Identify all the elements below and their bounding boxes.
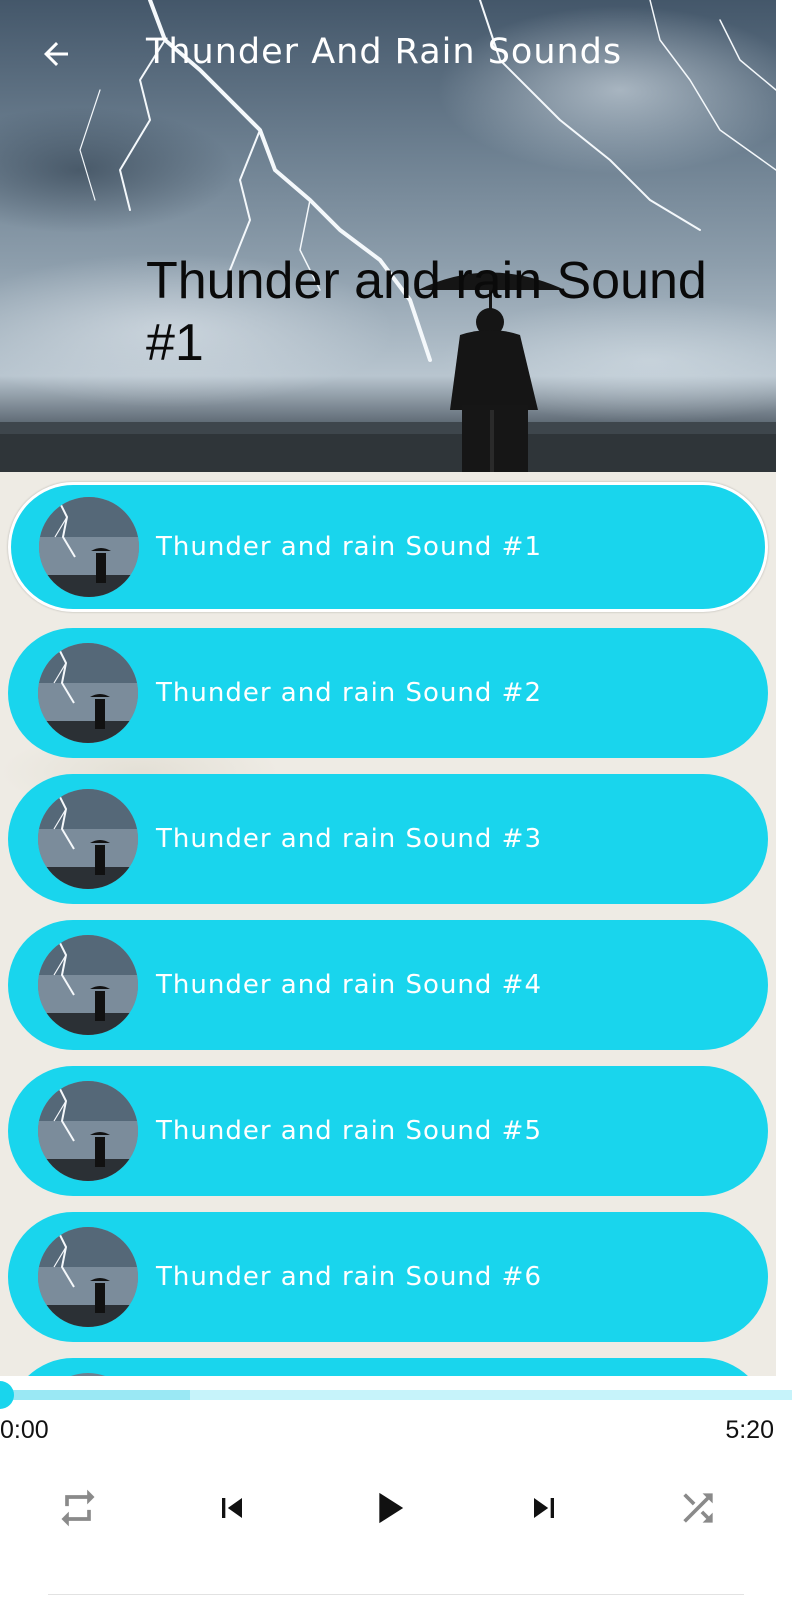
seek-thumb[interactable] bbox=[0, 1381, 14, 1409]
storm-thumbnail-image bbox=[38, 789, 138, 889]
track-item-1[interactable]: Thunder and rain Sound #1 bbox=[8, 482, 768, 612]
divider bbox=[48, 1594, 744, 1595]
track-item-5[interactable]: Thunder and rain Sound #5 bbox=[8, 1066, 768, 1196]
next-button[interactable] bbox=[516, 1480, 572, 1536]
track-thumbnail bbox=[38, 643, 138, 743]
track-title: Thunder and rain Sound #1 bbox=[156, 532, 543, 562]
play-button[interactable] bbox=[360, 1480, 416, 1536]
play-icon bbox=[379, 1492, 404, 1524]
header-banner: Thunder And Rain Sounds Thunder and rain… bbox=[0, 0, 776, 482]
track-item-4[interactable]: Thunder and rain Sound #4 bbox=[8, 920, 768, 1050]
track-item-7[interactable] bbox=[8, 1358, 768, 1376]
skip-previous-icon bbox=[222, 1498, 242, 1518]
storm-thumbnail-image bbox=[38, 643, 138, 743]
now-playing-title: Thunder and rain Sound #1 bbox=[146, 252, 707, 372]
track-title: Thunder and rain Sound #3 bbox=[156, 824, 543, 854]
back-button[interactable] bbox=[30, 28, 82, 80]
media-player: 0:00 5:20 bbox=[0, 1376, 792, 1600]
track-thumbnail bbox=[39, 497, 139, 597]
track-item-2[interactable]: Thunder and rain Sound #2 bbox=[8, 628, 768, 758]
storm-thumbnail-image bbox=[38, 1227, 138, 1327]
track-thumbnail bbox=[38, 1227, 138, 1327]
arrow-back-icon bbox=[44, 42, 68, 66]
repeat-icon bbox=[61, 1489, 95, 1527]
shuffle-button[interactable] bbox=[670, 1480, 726, 1536]
previous-button[interactable] bbox=[204, 1480, 260, 1536]
storm-thumbnail-image bbox=[38, 1081, 138, 1181]
current-time: 0:00 bbox=[0, 1416, 49, 1444]
track-thumbnail bbox=[38, 935, 138, 1035]
repeat-button[interactable] bbox=[50, 1480, 106, 1536]
seek-buffer bbox=[0, 1390, 190, 1400]
track-list[interactable]: Thunder and rain Sound #1 Thunder and ra… bbox=[0, 472, 776, 1376]
track-title: Thunder and rain Sound #6 bbox=[156, 1262, 543, 1292]
seek-bar[interactable] bbox=[0, 1381, 792, 1409]
track-title: Thunder and rain Sound #2 bbox=[156, 678, 543, 708]
storm-thumbnail-image bbox=[38, 935, 138, 1035]
shuffle-icon bbox=[683, 1493, 713, 1523]
toolbar-title: Thunder And Rain Sounds bbox=[146, 32, 623, 72]
track-thumbnail bbox=[38, 1081, 138, 1181]
track-title: Thunder and rain Sound #5 bbox=[156, 1116, 543, 1146]
track-title: Thunder and rain Sound #4 bbox=[156, 970, 543, 1000]
total-time: 5:20 bbox=[725, 1416, 774, 1444]
track-item-6[interactable]: Thunder and rain Sound #6 bbox=[8, 1212, 768, 1342]
storm-thumbnail-image bbox=[39, 497, 139, 597]
skip-next-icon bbox=[534, 1498, 554, 1518]
track-item-3[interactable]: Thunder and rain Sound #3 bbox=[8, 774, 768, 904]
track-thumbnail bbox=[38, 789, 138, 889]
